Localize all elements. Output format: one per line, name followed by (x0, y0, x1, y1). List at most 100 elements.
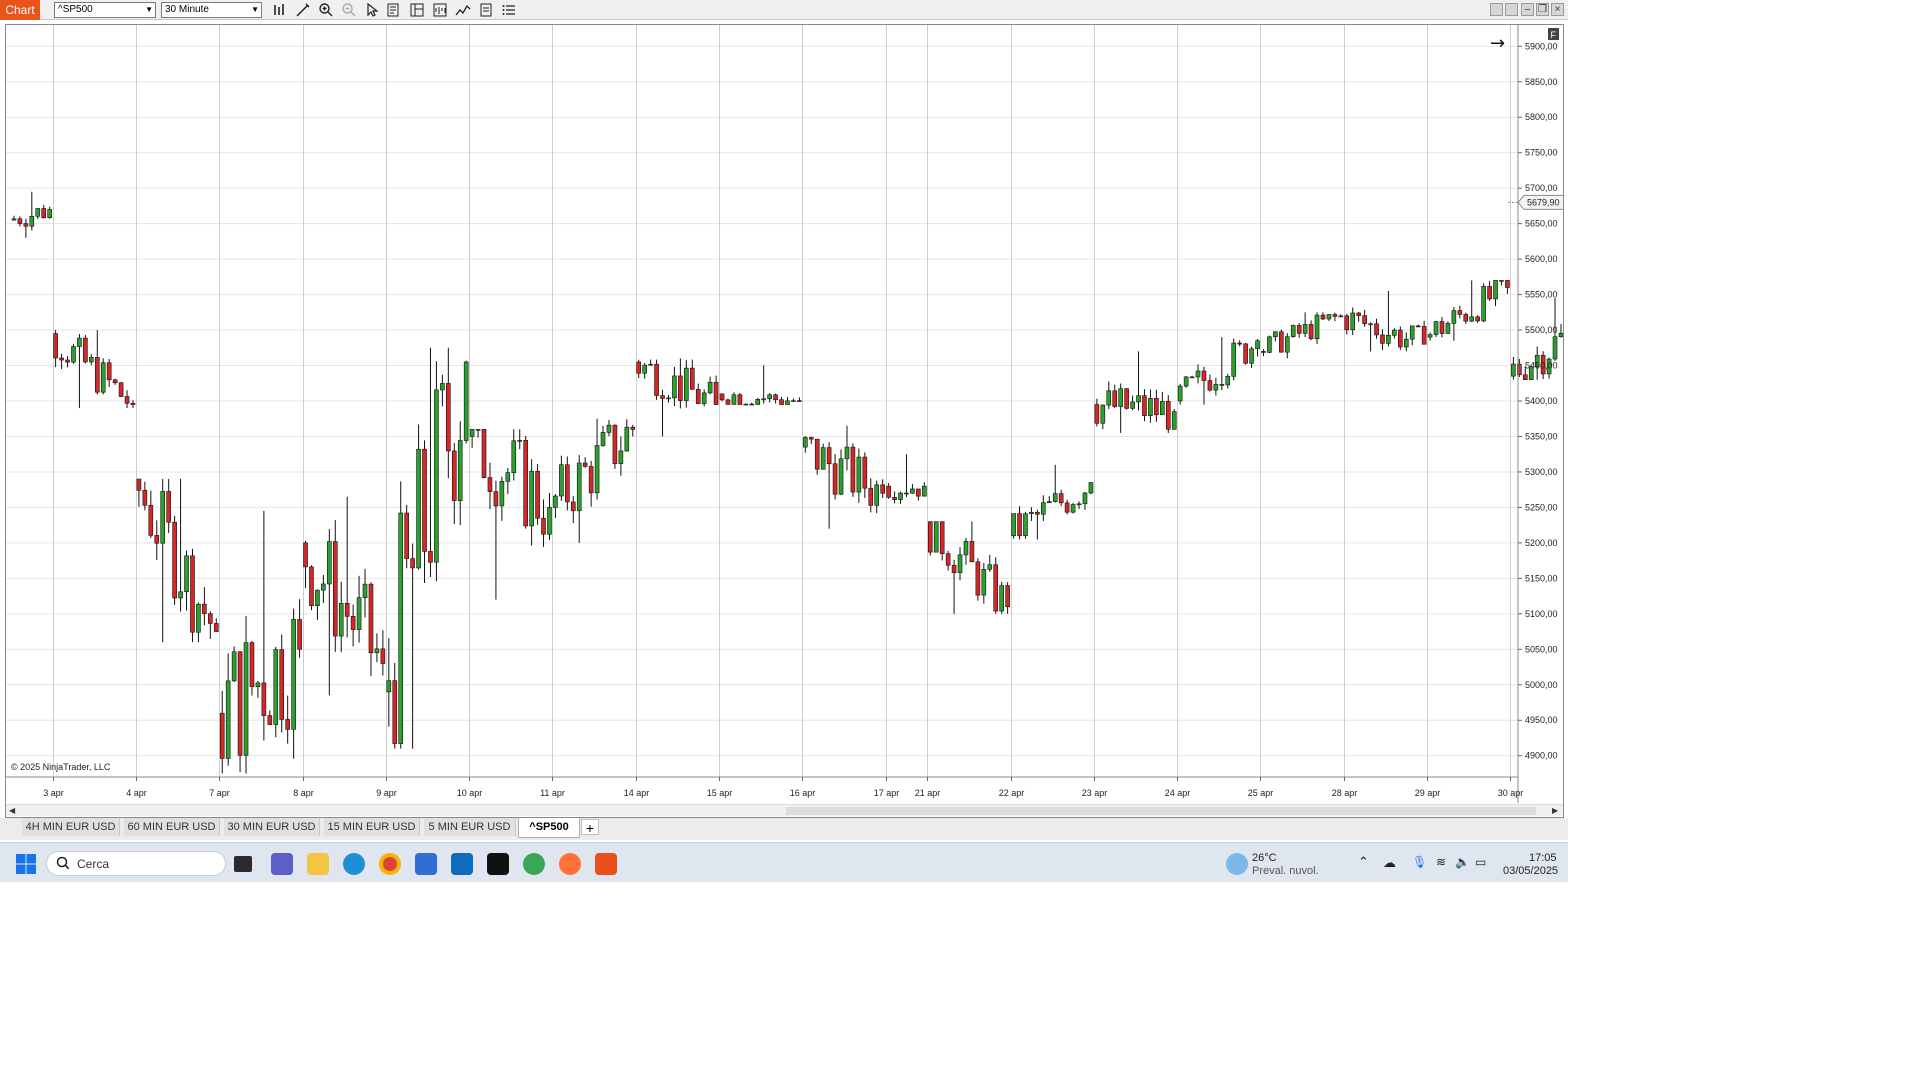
candle-body (939, 521, 945, 555)
candle-body (469, 429, 475, 437)
price-chart[interactable]: 5900,00 5850,00 5800,00 5750,00 5700,00 5650,… (6, 25, 1563, 804)
list-icon[interactable] (501, 2, 517, 18)
volume-icon[interactable]: 🔈 (1455, 855, 1470, 869)
tab-sp500[interactable]: ^SP500 (518, 818, 580, 838)
cursor-icon[interactable] (364, 2, 380, 18)
timeframe-value: 30 Minute (165, 4, 209, 15)
candle-body (1231, 342, 1237, 377)
candle-body (1118, 388, 1123, 407)
drawing-tool-icon[interactable] (295, 2, 311, 18)
outlook-icon[interactable] (451, 853, 473, 875)
tile-window-icon[interactable] (1490, 3, 1503, 16)
tradingview-icon[interactable] (487, 853, 509, 875)
instrument-value: ^SP500 (58, 4, 93, 15)
candle-body (737, 394, 743, 405)
candle-body (499, 481, 505, 507)
instrument-selector[interactable]: ^SP500 ▼ (54, 2, 156, 18)
candle-body (106, 362, 112, 381)
zoom-in-icon[interactable] (318, 2, 334, 18)
candle-body (648, 363, 653, 366)
price-tick-label: 5700,00 (1525, 183, 1558, 193)
candle-body (582, 462, 588, 467)
data-box-icon[interactable] (386, 2, 402, 18)
date-tick-label: 7 apr (209, 788, 230, 798)
ninjatrader-icon[interactable] (595, 853, 617, 875)
weather-description[interactable]: Preval. nuvol. (1252, 865, 1319, 877)
price-tick-label: 4900,00 (1525, 751, 1558, 761)
candle-body (684, 367, 689, 401)
close-icon[interactable]: × (1551, 3, 1564, 16)
candle-body (112, 379, 118, 384)
battery-icon[interactable]: ▭ (1475, 855, 1486, 869)
candle-body (797, 400, 802, 402)
file-explorer-icon[interactable] (307, 853, 329, 875)
chart-horizontal-scrollbar[interactable]: ◀ ▶ (6, 804, 1563, 816)
tab-4h-min-eur-usd[interactable]: 4H MIN EUR USD (22, 818, 120, 836)
candle-body (327, 541, 332, 585)
date-tick-label: 8 apr (293, 788, 314, 798)
chart-trader-icon[interactable] (409, 2, 425, 18)
onedrive-cloud-icon[interactable]: ☁ (1383, 855, 1396, 871)
scroll-right-icon[interactable]: ▶ (1552, 805, 1558, 817)
teams-icon[interactable] (271, 853, 293, 875)
minimize-icon[interactable]: – (1521, 3, 1534, 16)
price-tick-label: 5750,00 (1525, 148, 1558, 158)
bar-type-icon[interactable] (272, 2, 288, 18)
globe-app-icon[interactable] (523, 853, 545, 875)
firefox-icon[interactable] (559, 853, 581, 875)
restore-icon[interactable]: ❐ (1536, 3, 1549, 16)
zoom-out-icon[interactable] (341, 2, 357, 18)
candle-body (1505, 280, 1510, 288)
wifi-icon[interactable]: ≋ (1436, 855, 1446, 869)
candle-body (446, 383, 451, 452)
candle-body (1112, 390, 1118, 407)
properties-icon[interactable] (478, 2, 494, 18)
timeframe-selector[interactable]: 30 Minute ▼ (161, 2, 262, 18)
show-hidden-icons-chevron-icon[interactable]: ⌃ (1358, 854, 1369, 870)
chevron-down-icon: ▼ (251, 5, 259, 14)
edge-browser-icon[interactable] (343, 853, 365, 875)
price-tick-label: 5200,00 (1525, 538, 1558, 548)
taskbar-search-box[interactable]: Cerca (46, 851, 226, 876)
indicators-icon[interactable] (455, 2, 471, 18)
windows-start-icon[interactable] (15, 853, 37, 875)
scroll-to-end-arrow-icon[interactable]: → (1490, 33, 1505, 54)
windows-taskbar: Cerca 26°C Preval. nuvol. ⌃ ☁ 🎙 ≋ 🔈 ▭ 17… (0, 842, 1568, 882)
tab-30-min-eur-usd[interactable]: 30 MIN EUR USD (224, 818, 320, 836)
candle-body (386, 680, 392, 693)
tab-60-min-eur-usd[interactable]: 60 MIN EUR USD (124, 818, 220, 836)
candle-body (803, 437, 808, 448)
task-view-icon[interactable] (234, 856, 252, 872)
scroll-left-icon[interactable]: ◀ (9, 805, 15, 817)
candle-body (124, 396, 130, 404)
clock-time[interactable]: 17:05 (1529, 852, 1557, 864)
microsoft-store-icon[interactable] (415, 853, 437, 875)
tab-5-min-eur-usd[interactable]: 5 MIN EUR USD (424, 818, 516, 836)
candle-body (297, 619, 302, 650)
chart-window-label[interactable]: Chart (0, 0, 40, 20)
candle-body (213, 623, 219, 632)
weather-temperature[interactable]: 26°C (1252, 852, 1277, 864)
candle-body (196, 603, 201, 633)
scrollbar-thumb[interactable] (786, 807, 1536, 815)
strategies-icon[interactable] (432, 2, 448, 18)
candle-body (1017, 513, 1022, 537)
chrome-browser-icon[interactable] (379, 853, 401, 875)
candle-body (1070, 504, 1076, 513)
candle-body (1415, 325, 1421, 328)
clock-date[interactable]: 03/05/2025 (1503, 865, 1558, 877)
candle-body (11, 218, 17, 221)
candle-body (933, 521, 939, 553)
candle-body (1296, 325, 1302, 334)
tab-15-min-eur-usd[interactable]: 15 MIN EUR USD (324, 818, 420, 836)
candle-body (874, 484, 880, 506)
candle-body (1261, 351, 1266, 353)
weather-cloudy-icon[interactable] (1226, 853, 1248, 875)
cascade-window-icon[interactable] (1505, 3, 1518, 16)
candle-body (1225, 376, 1231, 386)
microphone-icon[interactable]: 🎙 (1412, 855, 1427, 869)
add-tab-button[interactable]: + (581, 819, 599, 836)
candle-body (1267, 336, 1272, 353)
candle-body (332, 541, 338, 637)
price-tick-label: 5250,00 (1525, 502, 1558, 512)
